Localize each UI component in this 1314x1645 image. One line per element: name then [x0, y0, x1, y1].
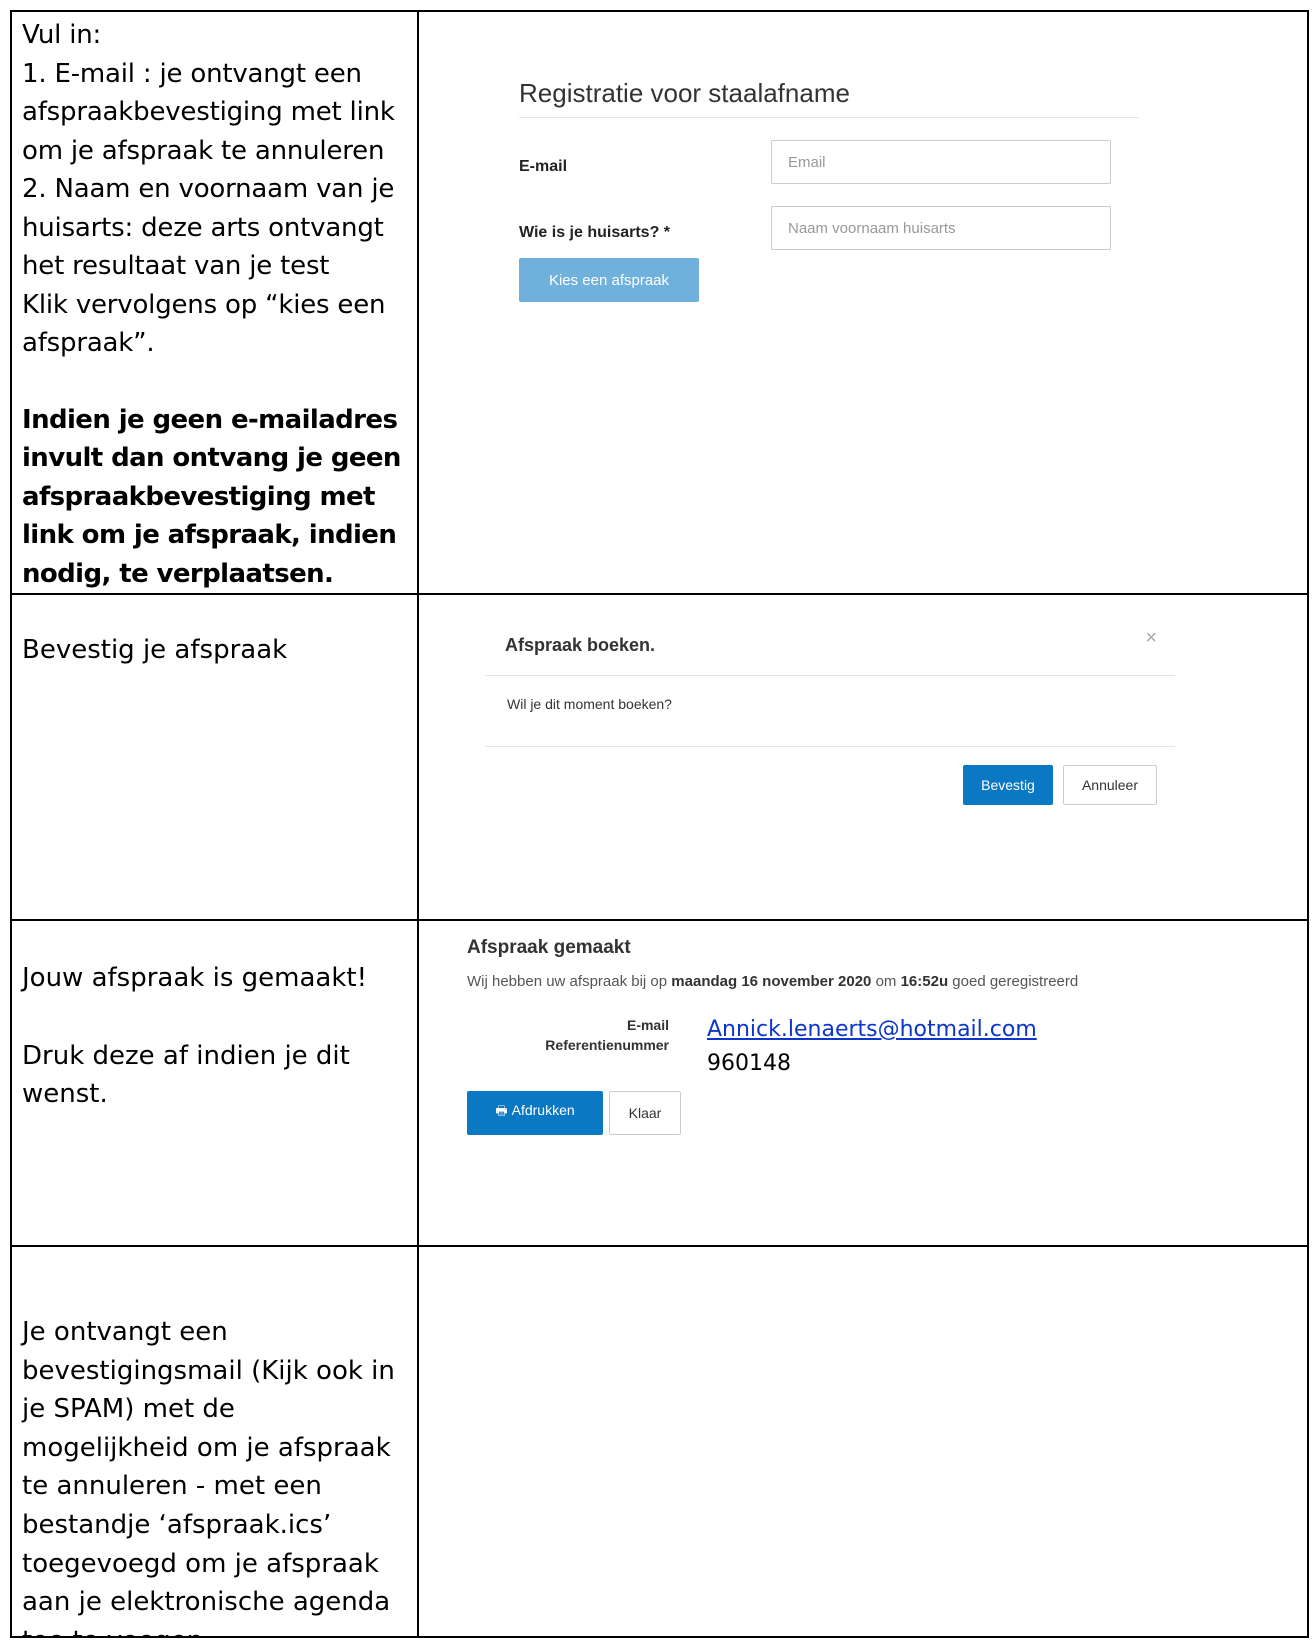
instruction-cell: Bevestig je afspraak [10, 593, 419, 921]
printer-icon: 🖶 [495, 1103, 508, 1118]
table-row: Jouw afspraak is gemaakt! Druk deze af i… [10, 919, 1309, 1247]
email-field[interactable] [771, 140, 1111, 184]
table-row: Je ontvangt een bevestigingsmail (Kijk o… [10, 1245, 1309, 1638]
table-row: Bevestig je afspraak Afspraak boeken. × … [10, 593, 1309, 921]
detail-values: Annick.lenaerts@hotmail.com 960148 [707, 1013, 1037, 1081]
modal-footer: Bevestig Annuleer [485, 747, 1175, 817]
reference-label: Referentienummer [545, 1037, 669, 1053]
instruction-text: Jouw afspraak is gemaakt! [22, 963, 367, 993]
modal-body: Wil je dit moment boeken? [485, 676, 1175, 747]
cancel-button[interactable]: Annuleer [1063, 765, 1157, 805]
email-link[interactable]: Annick.lenaerts@hotmail.com [707, 1017, 1037, 1042]
screenshot-cell: Afspraak boeken. × Wil je dit moment boe… [417, 593, 1309, 921]
screenshot-cell: Afspraak gemaakt Wij hebben uw afspraak … [417, 919, 1309, 1247]
instruction-cell: Jouw afspraak is gemaakt! Druk deze af i… [10, 919, 419, 1247]
confirmation-panel: Afspraak gemaakt Wij hebben uw afspraak … [467, 937, 1267, 1135]
instruction-line: 1. E-mail : je ontvangt een afspraakbeve… [22, 58, 395, 166]
form-title: Registratie voor staalafname [519, 78, 1139, 118]
doctor-field[interactable] [771, 206, 1111, 250]
instruction-cell: Vul in: 1. E-mail : je ontvangt een afsp… [10, 10, 419, 595]
modal-header: Afspraak boeken. × [485, 615, 1175, 676]
reference-number: 960148 [707, 1051, 791, 1076]
instruction-text: Bevestig je afspraak [22, 635, 288, 665]
instruction-line: 2. Naam en voornaam van je huisarts: dez… [22, 174, 395, 281]
choose-appointment-button[interactable]: Kies een afspraak [519, 258, 699, 302]
email-label: E-mail [626, 1017, 669, 1033]
modal-title: Afspraak boeken. [505, 635, 656, 655]
print-label: Afdrukken [511, 1102, 575, 1118]
instruction-text: Je ontvangt een bevestigingsmail (Kijk o… [22, 1317, 395, 1635]
instruction-cell: Je ontvangt een bevestigingsmail (Kijk o… [10, 1245, 419, 1638]
instruction-text: Vul in: 1. E-mail : je ontvangt een afsp… [13, 13, 416, 592]
appointment-time: 16:52u [900, 973, 949, 990]
warning-text: Indien je geen e-mailadres invult dan on… [22, 404, 401, 589]
table-row: Vul in: 1. E-mail : je ontvangt een afsp… [10, 10, 1309, 595]
booking-modal: Afspraak boeken. × Wil je dit moment boe… [485, 615, 1175, 817]
confirm-button[interactable]: Bevestig [963, 765, 1053, 805]
modal-question: Wil je dit moment boeken? [507, 696, 672, 712]
confirmation-title: Afspraak gemaakt [467, 937, 631, 958]
doctor-row: Wie is je huisarts? * [519, 198, 1139, 264]
message-mid: om [875, 973, 897, 990]
doctor-label: Wie is je huisarts? * [519, 224, 671, 241]
instruction-line: Klik vervolgens op “kies een afspraak”. [22, 289, 386, 359]
instruction-table: Vul in: 1. E-mail : je ontvangt een afsp… [10, 10, 1309, 1638]
email-label: E-mail [519, 158, 568, 175]
message-suffix: goed geregistreerd [952, 973, 1079, 990]
instruction-line: Vul in: [22, 20, 102, 50]
print-button[interactable]: 🖶 Afdrukken [467, 1091, 603, 1135]
empty-cell [417, 1245, 1309, 1638]
close-icon[interactable]: × [1145, 627, 1157, 650]
email-row: E-mail [519, 132, 1139, 198]
confirmation-message: Wij hebben uw afspraak bij op maandag 16… [467, 973, 1267, 990]
appointment-date: maandag 16 november 2020 [671, 973, 872, 990]
detail-labels: E-mail Referentienummer [467, 1015, 669, 1055]
screenshot-cell: Registratie voor staalafname E-mail Wie … [417, 10, 1309, 595]
registration-form: Registratie voor staalafname E-mail Wie … [519, 78, 1139, 302]
done-button[interactable]: Klaar [609, 1091, 681, 1135]
message-prefix: Wij hebben uw afspraak bij op [467, 973, 668, 990]
instruction-text: Druk deze af indien je dit wenst. [22, 1041, 350, 1109]
